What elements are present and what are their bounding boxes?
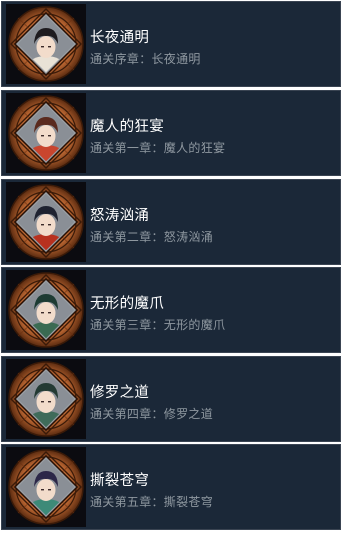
- achievement-row[interactable]: 修罗之道通关第四章：修罗之道: [1, 356, 341, 442]
- achievement-title: 怒涛汹涌: [90, 208, 150, 224]
- achievement-title: 长夜通明: [90, 30, 150, 46]
- achievement-title: 撕裂苍穹: [90, 473, 150, 489]
- achievement-description: 通关第一章：魔人的狂宴: [90, 141, 226, 155]
- achievement-description: 通关第二章：怒涛汹涌: [90, 230, 214, 244]
- achievement-portrait-icon: [6, 4, 86, 84]
- achievement-row[interactable]: 无形的魔爪通关第三章：无形的魔爪: [1, 267, 341, 353]
- achievement-row[interactable]: 怒涛汹涌通关第二章：怒涛汹涌: [1, 179, 341, 265]
- achievement-description: 通关序章：长夜通明: [90, 52, 201, 66]
- achievement-list: 长夜通明通关序章：长夜通明 魔人的狂宴通关第一章：魔人的狂宴 怒涛汹涌通关第二章：怒…: [0, 0, 342, 533]
- achievement-portrait-icon: [6, 93, 86, 173]
- achievement-portrait-icon: [6, 182, 86, 262]
- achievement-title: 修罗之道: [90, 385, 150, 401]
- achievement-description: 通关第五章：撕裂苍穹: [90, 495, 214, 509]
- achievement-row[interactable]: 长夜通明通关序章：长夜通明: [1, 1, 341, 87]
- achievement-title: 魔人的狂宴: [90, 119, 164, 135]
- achievement-title: 无形的魔爪: [90, 296, 164, 312]
- achievement-description: 通关第三章：无形的魔爪: [90, 318, 226, 332]
- achievement-row[interactable]: 撕裂苍穹通关第五章：撕裂苍穹: [1, 444, 341, 530]
- achievement-portrait-icon: [6, 359, 86, 439]
- achievement-row[interactable]: 魔人的狂宴通关第一章：魔人的狂宴: [1, 90, 341, 176]
- achievement-description: 通关第四章：修罗之道: [90, 407, 214, 421]
- achievement-portrait-icon: [6, 270, 86, 350]
- achievement-portrait-icon: [6, 447, 86, 527]
